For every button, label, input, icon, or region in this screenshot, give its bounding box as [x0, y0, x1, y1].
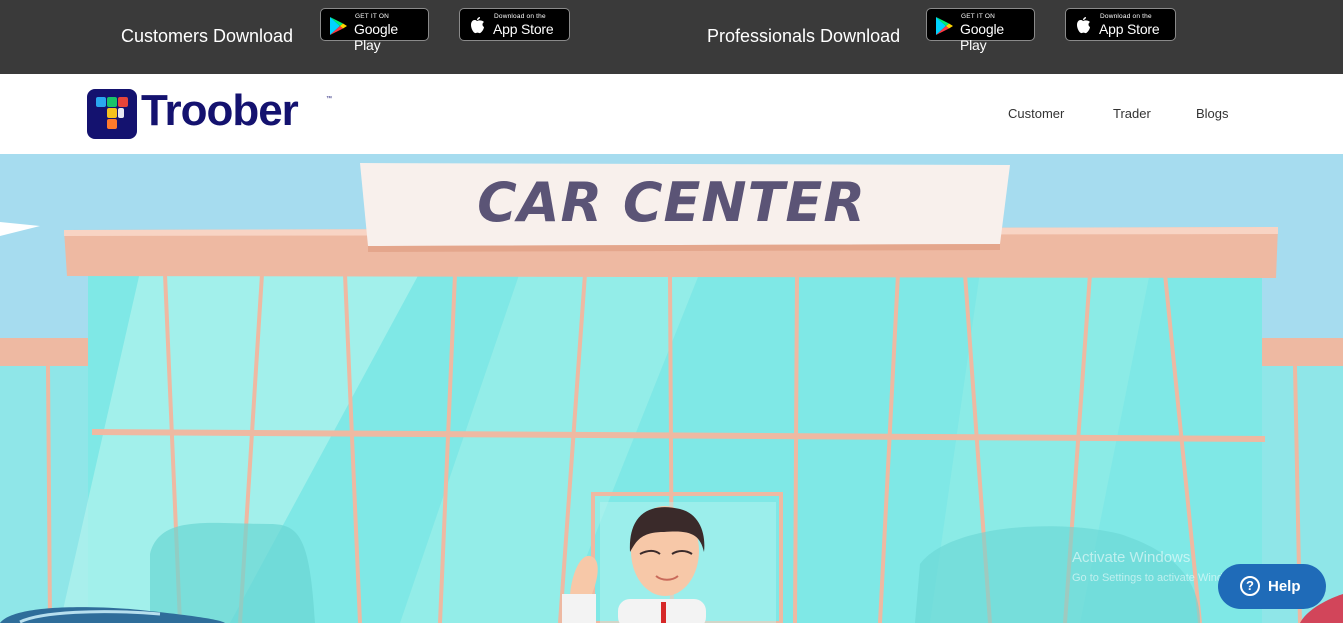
google-play-big-text: Google Play [960, 21, 1004, 53]
google-play-icon [330, 17, 347, 35]
app-store-big-text: App Store [493, 21, 554, 37]
activate-windows-title: Activate Windows [1072, 549, 1191, 566]
help-button[interactable]: ? Help [1218, 564, 1326, 609]
help-button-label: Help [1268, 578, 1301, 595]
nav-blogs[interactable]: Blogs [1196, 106, 1229, 121]
google-play-big-text: Google Play [354, 21, 398, 53]
trademark-symbol: ™ [326, 96, 332, 102]
nav-trader[interactable]: Trader [1113, 106, 1151, 121]
professionals-download-label: Professionals Download [707, 26, 901, 46]
brand-name[interactable]: Troober [141, 86, 299, 136]
professionals-app-store-button[interactable]: Download on the App Store [1065, 8, 1176, 41]
hero-banner: CAR CENTER Activate Windows Go to Settin… [0, 154, 1343, 623]
app-store-small-text: Download on the [1100, 13, 1152, 20]
customers-download-label: Customers Download [121, 26, 294, 46]
customers-google-play-button[interactable]: GET IT ON Google Play [320, 8, 429, 53]
car-center-sign: CAR CENTER [477, 171, 866, 234]
apple-icon [1077, 17, 1090, 34]
app-store-big-text: App Store [1099, 21, 1160, 37]
nav-customer[interactable]: Customer [1008, 106, 1064, 121]
google-play-small-text: GET IT ON [961, 13, 996, 20]
question-mark-icon: ? [1240, 576, 1260, 596]
site-header: Troober ™ Customer Trader Blogs [0, 74, 1343, 154]
customers-app-store-button[interactable]: Download on the App Store [459, 8, 570, 41]
apple-icon [471, 17, 484, 34]
google-play-small-text: GET IT ON [355, 13, 390, 20]
google-play-icon [936, 17, 953, 35]
download-bar: Customers Download GET IT ON Google Play… [0, 0, 1343, 74]
professionals-google-play-button[interactable]: GET IT ON Google Play [926, 8, 1035, 53]
troober-logo-icon[interactable] [87, 89, 137, 139]
app-store-small-text: Download on the [494, 13, 546, 20]
